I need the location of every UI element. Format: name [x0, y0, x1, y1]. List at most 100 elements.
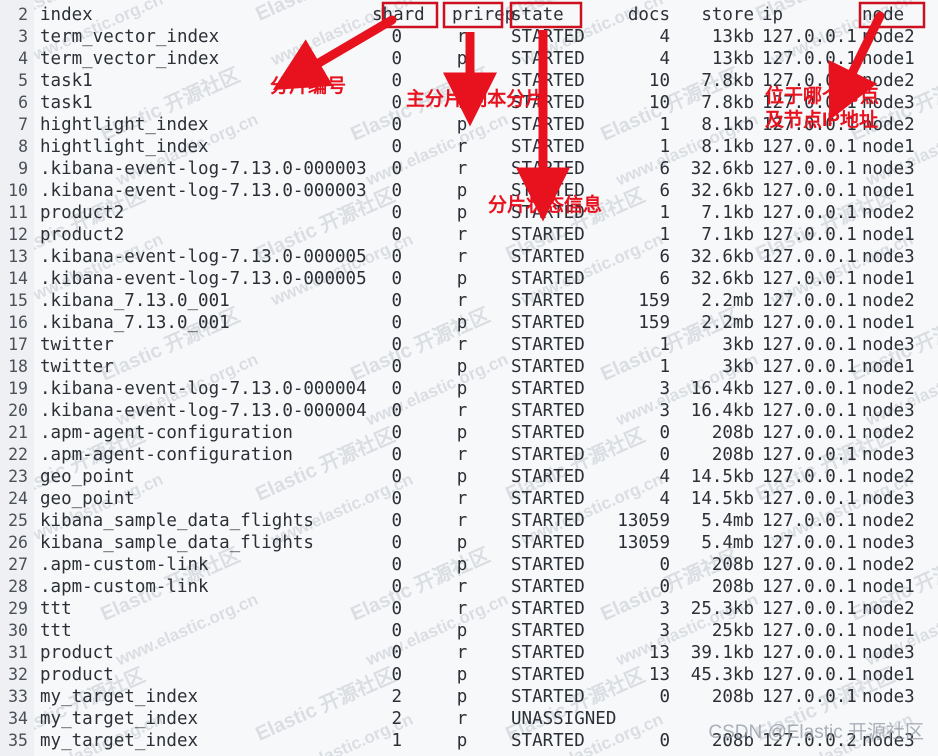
cell-store: 5.4mb: [701, 533, 754, 553]
cell-node: node3: [862, 687, 915, 707]
cell-node: node1: [862, 137, 915, 157]
line-number: 23: [8, 467, 28, 486]
cell-index: product2: [40, 203, 125, 223]
cell-state: STARTED: [511, 71, 585, 91]
cell-prirep: p: [456, 181, 468, 201]
table-row: 21 .apm-agent-configuration 0 p STARTED 0 208b…: [0, 422, 938, 444]
cell-prirep: p: [456, 533, 468, 553]
cell-shard: 0: [391, 643, 402, 663]
line-number: 34: [8, 709, 28, 728]
cell-prirep: p: [456, 621, 468, 641]
table-row: 18 twitter 0 p STARTED 1 3kb 127.0.0.1 node1: [0, 356, 938, 378]
cell-shard: 0: [391, 291, 402, 311]
cell-shard: 0: [391, 555, 402, 575]
cell-state: STARTED: [511, 731, 585, 751]
cell-shard: 0: [391, 225, 402, 245]
table-row: 24 geo_point 0 r STARTED 4 14.5kb 127.0.0.1 node…: [0, 488, 938, 510]
table-row: 7 hightlight_index 0 p STARTED 1 8.1kb 127.0.0.…: [0, 114, 938, 136]
cell-ip: 127.0.0.1: [762, 291, 857, 311]
cell-shard: 0: [391, 577, 402, 597]
cell-docs: 6: [659, 159, 670, 179]
cell-docs: 0: [659, 577, 670, 597]
cell-shard: 0: [391, 49, 402, 69]
table-row: 6 task1 0 r STARTED 10 7.8kb 127.0.0.1 node3: [0, 92, 938, 114]
line-number: 5: [18, 71, 28, 90]
cell-docs: 6: [659, 269, 670, 289]
cell-ip: 127.0.0.1: [762, 181, 857, 201]
cell-prirep: r: [456, 511, 468, 531]
cell-index: product2: [40, 225, 125, 245]
line-number: 7: [18, 115, 28, 134]
cell-docs: 3: [659, 599, 670, 619]
line-number: 3: [18, 27, 28, 46]
cell-prirep: r: [456, 225, 468, 245]
cell-docs: 13059: [617, 533, 670, 553]
cell-index: hightlight_index: [40, 137, 209, 157]
line-number: 12: [8, 225, 28, 244]
shard-listing-table: 1 2indexshardprirepstatedocsstoreipnode3…: [0, 0, 938, 756]
line-number: 20: [8, 401, 28, 420]
cell-state: STARTED: [511, 533, 585, 553]
line-number: 18: [8, 357, 28, 376]
cell-shard: 0: [391, 181, 402, 201]
cell-docs: 0: [659, 731, 670, 751]
cell-node: node1: [862, 665, 915, 685]
cell-shard: 0: [391, 159, 402, 179]
cell-node: node1: [862, 181, 915, 201]
table-row: 32 product 0 p STARTED 13 45.3kb 127.0.0.1 node1: [0, 664, 938, 686]
cell-index: product: [40, 643, 114, 663]
line-number: 24: [8, 489, 28, 508]
cell-store: 16.4kb: [690, 401, 754, 421]
cell-prirep: r: [456, 93, 468, 113]
cell-docs: 1: [659, 137, 670, 157]
cell-node: node2: [862, 71, 915, 91]
cell-index: .kibana-event-log-7.13.0-000004: [40, 401, 367, 421]
cell-node: node1: [862, 313, 915, 333]
cell-prirep: p: [456, 555, 468, 575]
cell-state: STARTED: [511, 423, 585, 443]
cell-node: node2: [862, 555, 915, 575]
cell-state: STARTED: [511, 115, 585, 135]
cell-index: kibana_sample_data_flights: [40, 511, 314, 531]
table-row: 8 hightlight_index 0 r STARTED 1 8.1kb 127.0.0.…: [0, 136, 938, 158]
cell-state: STARTED: [511, 687, 585, 707]
cell-shard: 0: [391, 533, 402, 553]
cell-docs: 159: [638, 313, 670, 333]
cell-index: hightlight_index: [40, 115, 209, 135]
column-header-node: node: [862, 5, 905, 25]
cell-shard: 0: [391, 71, 402, 91]
cell-ip: 127.0.0.1: [762, 159, 857, 179]
cell-index: ttt: [40, 621, 72, 641]
cell-state: STARTED: [511, 357, 585, 377]
cell-docs: 0: [659, 555, 670, 575]
cell-shard: 0: [391, 93, 402, 113]
cell-store: 8.1kb: [701, 137, 754, 157]
column-header-index: index: [40, 5, 93, 25]
cell-docs: 13: [648, 643, 670, 663]
cell-prirep: p: [456, 313, 468, 333]
line-number: 35: [8, 731, 28, 750]
cell-ip: 127.0.0.1: [762, 621, 857, 641]
cell-node: node2: [862, 379, 915, 399]
cell-ip: 127.0.0.1: [762, 643, 857, 663]
cell-shard: 0: [391, 357, 402, 377]
cell-docs: 6: [659, 247, 670, 267]
cell-state: STARTED: [511, 511, 585, 531]
cell-index: task1: [40, 71, 93, 91]
cell-docs: 3: [659, 621, 670, 641]
cell-ip: 127.0.0.1: [762, 357, 857, 377]
cell-state: STARTED: [511, 225, 585, 245]
cell-docs: 3: [659, 401, 670, 421]
cell-prirep: p: [456, 71, 468, 91]
cell-shard: 2: [391, 709, 402, 729]
cell-state: UNASSIGNED: [511, 709, 617, 729]
cell-ip: 127.0.0.1: [762, 687, 857, 707]
table-row: 15 .kibana_7.13.0_001 0 r STARTED 159 2.2mb 127…: [0, 290, 938, 312]
cell-node: node3: [862, 159, 915, 179]
table-row: 30 ttt 0 p STARTED 3 25kb 127.0.0.1 node1: [0, 620, 938, 642]
cell-prirep: p: [456, 423, 468, 443]
cell-prirep: p: [456, 687, 468, 707]
cell-docs: 0: [659, 687, 670, 707]
cell-prirep: r: [456, 335, 468, 355]
cell-store: 39.1kb: [690, 643, 754, 663]
